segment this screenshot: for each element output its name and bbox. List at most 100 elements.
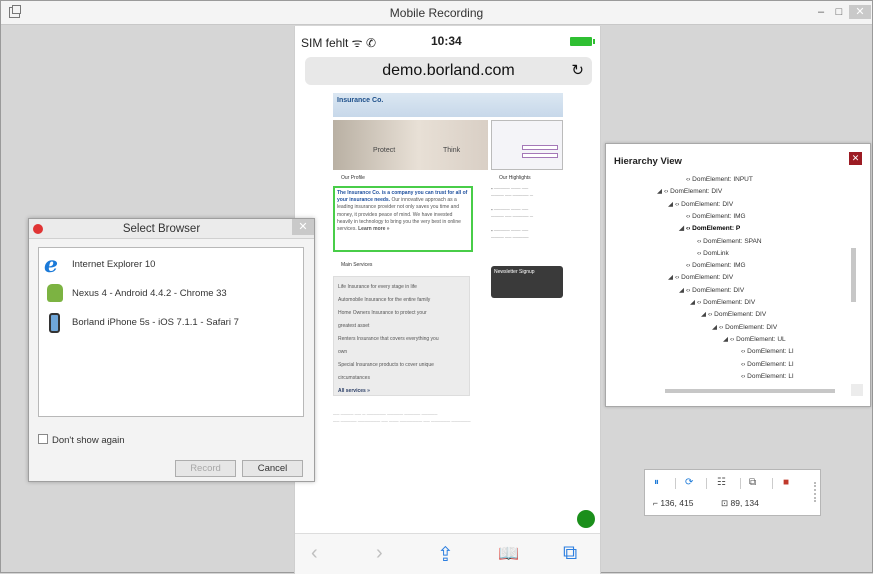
dom-node-label: DomElement: DIV bbox=[692, 286, 745, 294]
service-item[interactable]: circumstances bbox=[338, 372, 465, 385]
our-highlights-heading: Our Highlights bbox=[499, 175, 531, 181]
cancel-button[interactable]: Cancel bbox=[242, 460, 303, 477]
expand-toggle-icon[interactable]: ◢ bbox=[679, 285, 686, 297]
dialog-title: Select Browser bbox=[122, 223, 201, 235]
expand-toggle-icon[interactable]: ◢ bbox=[723, 334, 730, 346]
dom-tree-node[interactable]: ◢ ‹› DomElement: DIV bbox=[679, 285, 744, 297]
dom-tree-node[interactable]: ◢ ‹› DomElement: UL bbox=[723, 334, 786, 346]
forward-icon[interactable]: › bbox=[376, 542, 383, 565]
window-titlebar: Mobile Recording – □ ✕ bbox=[1, 1, 872, 25]
dom-tree-node[interactable]: ‹› DomElement: IMG bbox=[679, 211, 746, 223]
checkbox-box[interactable] bbox=[38, 434, 48, 444]
horizontal-scrollbar[interactable] bbox=[665, 389, 835, 393]
site-logo[interactable]: Insurance Co. bbox=[337, 97, 383, 104]
highlights-column: ▪ ───── ─── ── ──── ── ───── ─ ▪ ───── ───… bbox=[491, 186, 534, 240]
service-item[interactable]: Automobile Insurance for the entire fami… bbox=[338, 294, 465, 307]
hierarchy-title: Hierarchy View bbox=[614, 156, 682, 167]
minimize-button[interactable]: – bbox=[813, 5, 829, 19]
hierarchy-toggle-icon[interactable]: ☷ bbox=[717, 477, 726, 488]
device-screen[interactable]: SIM fehlt ᯤ ✆ 10:34 demo.borland.com ↻ I… bbox=[294, 26, 601, 574]
dom-node-label: DomElement: DIV bbox=[670, 188, 723, 196]
service-item[interactable]: own bbox=[338, 346, 465, 359]
touch-indicator bbox=[577, 510, 595, 528]
expand-toggle-icon[interactable]: ◢ bbox=[668, 272, 675, 284]
learn-more-link[interactable]: Learn more » bbox=[358, 226, 389, 232]
expand-toggle-icon[interactable]: ◢ bbox=[701, 309, 708, 321]
web-page[interactable]: Insurance Co. Protect Think Our Profile … bbox=[333, 93, 565, 443]
browser-list: e Internet Explorer 10 Nexus 4 - Android… bbox=[38, 247, 304, 417]
hierarchy-close-button[interactable]: ✕ bbox=[849, 152, 862, 165]
address-bar[interactable]: demo.borland.com ↻ bbox=[305, 57, 592, 85]
record-button[interactable]: Record bbox=[175, 460, 236, 477]
all-services-link[interactable]: All services » bbox=[338, 385, 465, 398]
browser-item-ie[interactable]: e Internet Explorer 10 bbox=[44, 254, 294, 276]
service-item[interactable]: Life Insurance for every stage in life bbox=[338, 281, 465, 294]
position-readout: ⌐ 136, 415 bbox=[653, 498, 693, 508]
expand-toggle-icon[interactable]: ◢ bbox=[690, 297, 697, 309]
bookmarks-icon[interactable]: 📖 bbox=[498, 544, 519, 564]
highlighted-element[interactable]: The Insurance Co. is a company you can t… bbox=[333, 186, 473, 252]
maximize-button[interactable]: □ bbox=[831, 5, 847, 19]
main-services-heading: Main Services bbox=[341, 262, 373, 268]
dom-node-label: DomElement: DIV bbox=[714, 311, 767, 319]
expand-toggle-icon[interactable]: ◢ bbox=[712, 322, 719, 334]
service-item[interactable]: Home Owners Insurance to protect your bbox=[338, 307, 465, 320]
dont-show-again-label: Don't show again bbox=[52, 435, 125, 446]
dom-node-label: DomElement: DIV bbox=[703, 299, 756, 306]
pause-icon[interactable]: ⏸ bbox=[654, 477, 659, 488]
expand-toggle-icon[interactable]: ◢ bbox=[679, 223, 686, 235]
browser-item-iphone[interactable]: Borland iPhone 5s - iOS 7.1.1 - Safari 7 bbox=[44, 312, 294, 334]
refresh-icon[interactable]: ⟳ bbox=[685, 477, 693, 488]
select-browser-dialog: Select Browser ✕ e Internet Explorer 10 … bbox=[28, 218, 315, 482]
dom-node-label: DomElement: P bbox=[692, 225, 741, 233]
drag-handle[interactable] bbox=[814, 482, 816, 502]
dom-tree-node[interactable]: ‹› DomElement: SPAN bbox=[690, 236, 762, 248]
service-item[interactable]: Special Insurance products to cover uniq… bbox=[338, 359, 465, 372]
hero-text-left: Protect bbox=[373, 147, 396, 154]
separator bbox=[675, 478, 676, 489]
dom-node-label: DomElement: LI bbox=[747, 372, 794, 380]
battery-icon bbox=[570, 37, 595, 46]
back-icon[interactable]: ‹ bbox=[311, 542, 318, 565]
dom-tree-node[interactable]: ‹› DomElement: IMG bbox=[679, 260, 746, 272]
dom-node-label: DomElement: DIV bbox=[725, 323, 778, 331]
dom-tree-node[interactable]: ◢ ‹› DomElement: DIV bbox=[701, 309, 766, 321]
login-email-field[interactable] bbox=[522, 145, 558, 150]
dom-tree-node[interactable]: ◢ ‹› DomElement: DIV bbox=[712, 322, 777, 334]
vertical-scrollbar[interactable] bbox=[851, 248, 856, 302]
tabs-icon[interactable]: ⧉ bbox=[563, 542, 577, 565]
copy-icon[interactable]: ⧉ bbox=[749, 477, 756, 488]
share-icon[interactable]: ⇪ bbox=[437, 542, 454, 567]
dom-tree-node[interactable]: ‹› DomElement: LI bbox=[734, 346, 794, 358]
expand-toggle-icon[interactable]: ◢ bbox=[657, 186, 664, 198]
newsletter-title: Newsletter Signup bbox=[494, 269, 535, 275]
dom-tree-node[interactable]: ‹› DomElement: LI bbox=[734, 371, 794, 383]
browser-label: Nexus 4 - Android 4.4.2 - Chrome 33 bbox=[72, 288, 227, 299]
browser-item-android[interactable]: Nexus 4 - Android 4.4.2 - Chrome 33 bbox=[44, 283, 294, 305]
dom-tree-node[interactable]: ‹› DomElement: INPUT bbox=[679, 174, 753, 186]
hierarchy-view-panel: Hierarchy View ✕ ‹› DomElement: INPUT ◢ ‹›… bbox=[605, 143, 871, 407]
dom-tree-node[interactable]: ◢ ‹› DomElement: P bbox=[679, 223, 740, 235]
dom-tree: ‹› DomElement: INPUT ◢ ‹› DomElement: DIV ◢… bbox=[616, 168, 856, 386]
position-value: 136, 415 bbox=[660, 498, 694, 508]
hero-image bbox=[333, 120, 488, 170]
dom-tree-node[interactable]: ‹› DomElement: LI bbox=[734, 359, 794, 371]
expand-toggle-icon[interactable]: ◢ bbox=[668, 199, 675, 211]
dom-tree-node[interactable]: ◢ ‹› DomElement: DIV bbox=[690, 297, 755, 309]
mobile-recording-window: Mobile Recording – □ ✕ SIM fehlt ᯤ ✆ 10:… bbox=[0, 0, 873, 574]
stop-icon[interactable]: ■ bbox=[783, 477, 789, 488]
dialog-close-button[interactable]: ✕ bbox=[292, 219, 314, 235]
reload-icon[interactable]: ↻ bbox=[571, 57, 584, 85]
our-profile-heading: Our Profile bbox=[341, 175, 365, 181]
service-item[interactable]: greatest asset bbox=[338, 320, 465, 333]
dom-tree-node[interactable]: ‹› DomLink bbox=[690, 248, 729, 260]
login-password-field[interactable] bbox=[522, 153, 558, 158]
dont-show-again-checkbox[interactable]: Don't show again bbox=[38, 434, 125, 446]
service-item[interactable]: Renters Insurance that covers everything… bbox=[338, 333, 465, 346]
close-button[interactable]: ✕ bbox=[849, 5, 871, 19]
size-readout: ⊡ 89, 134 bbox=[721, 498, 759, 509]
dom-tree-node[interactable]: ◢ ‹› DomElement: DIV bbox=[668, 199, 733, 211]
recording-control-panel: ⏸ ⟳ ☷ ⧉ ■ ⌐ 136, 415 ⊡ 89, 134 bbox=[644, 469, 821, 516]
dom-tree-node[interactable]: ◢ ‹› DomElement: DIV bbox=[657, 186, 722, 198]
dom-tree-node[interactable]: ◢ ‹› DomElement: DIV bbox=[668, 272, 733, 284]
